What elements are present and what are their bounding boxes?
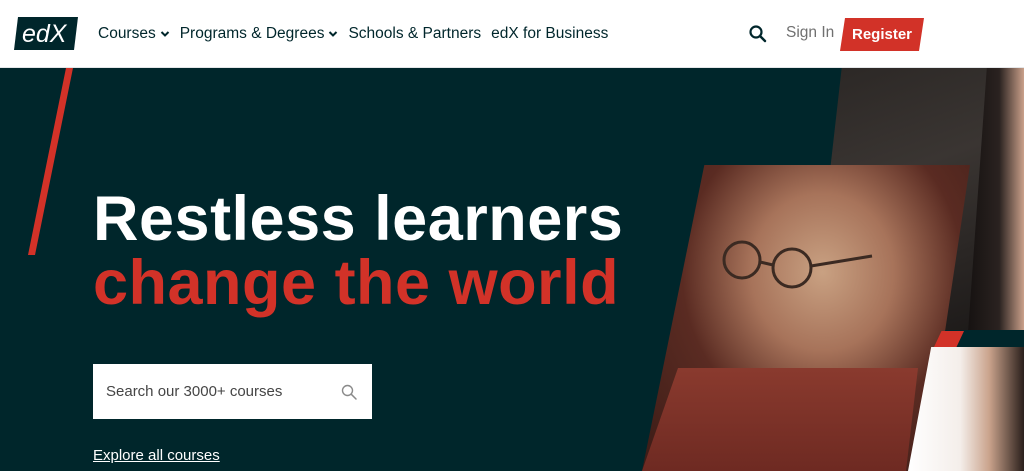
nav-programs-degrees[interactable]: Programs & Degrees bbox=[180, 25, 339, 43]
search-icon[interactable] bbox=[340, 383, 358, 401]
hero-section: Restless learners change the world Explo… bbox=[0, 68, 1024, 471]
site-header: edX Courses Programs & Degrees Schools &… bbox=[0, 0, 1024, 68]
headline-line-2: change the world bbox=[93, 248, 620, 318]
course-search-box bbox=[93, 364, 372, 419]
hero-photo-shirt bbox=[642, 368, 918, 471]
decorative-slash bbox=[28, 68, 73, 255]
nav-courses[interactable]: Courses bbox=[98, 25, 170, 43]
course-search-input[interactable] bbox=[106, 383, 340, 400]
hero-photo-glasses bbox=[722, 240, 873, 289]
edx-logo[interactable]: edX bbox=[14, 16, 78, 51]
chevron-down-icon bbox=[329, 31, 338, 37]
chevron-down-icon bbox=[160, 31, 169, 37]
explore-all-courses-link[interactable]: Explore all courses bbox=[93, 447, 220, 464]
search-icon[interactable] bbox=[748, 24, 768, 44]
nav-schools-partners[interactable]: Schools & Partners bbox=[348, 25, 481, 43]
headline-line-1: Restless learners bbox=[93, 184, 624, 254]
logo-text: edX bbox=[22, 20, 68, 48]
nav-edx-for-business-label: edX for Business bbox=[491, 25, 609, 42]
hero-headline: Restless learners change the world bbox=[93, 186, 623, 316]
nav-courses-label: Courses bbox=[98, 25, 156, 42]
nav-edx-for-business[interactable]: edX for Business bbox=[491, 25, 608, 43]
nav-programs-degrees-label: Programs & Degrees bbox=[179, 25, 325, 42]
register-button[interactable]: Register bbox=[840, 18, 924, 51]
nav-schools-partners-label: Schools & Partners bbox=[348, 25, 482, 42]
main-nav: Courses Programs & Degrees Schools & Par… bbox=[98, 0, 618, 68]
sign-in-link[interactable]: Sign In bbox=[786, 24, 834, 42]
